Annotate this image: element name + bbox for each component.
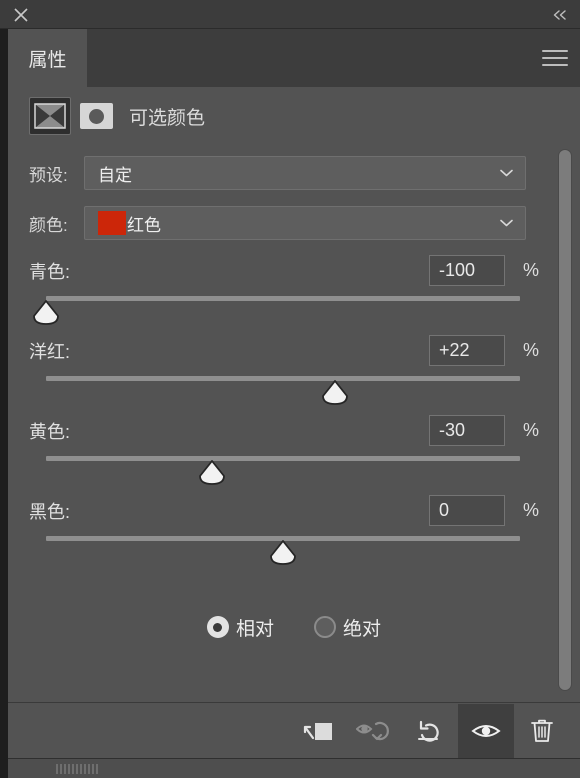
slider-cyan-header: 青色: -100 % <box>8 250 580 292</box>
radio-relative-label: 相对 <box>235 618 274 640</box>
slider-black-value: 0 <box>439 500 450 520</box>
panel-scrollbar[interactable] <box>558 149 572 691</box>
slider-black-label: 黑色: <box>29 502 71 522</box>
slider-magenta-header: 洋红: +22 % <box>8 330 580 372</box>
slider-cyan-label: 青色: <box>29 262 71 282</box>
panel-scrollbar-thumb[interactable] <box>559 150 571 690</box>
method-radio-group: 相对 绝对 <box>8 607 580 647</box>
slider-black-track-area[interactable] <box>8 532 580 570</box>
properties-panel-window: 属性 可选颜色 预设: 自定 颜色: 红色 青色: -100 % 洋红: +22… <box>0 0 580 778</box>
tab-properties[interactable]: 属性 <box>8 29 87 87</box>
grip-line <box>96 764 98 774</box>
reset-icon[interactable] <box>402 704 458 758</box>
titlebar <box>0 0 580 29</box>
slider-magenta-value: +22 <box>439 340 470 360</box>
radio-absolute[interactable]: 绝对 <box>314 614 381 641</box>
selective-color-adjustment-icon[interactable] <box>29 97 71 135</box>
preset-dropdown[interactable]: 自定 <box>84 156 526 190</box>
hamburger-line <box>542 50 568 52</box>
slider-magenta-label: 洋红: <box>29 342 71 362</box>
color-swatch <box>98 211 126 235</box>
slider-black: 黑色: 0 % <box>8 490 580 570</box>
slider-black-handle[interactable] <box>268 539 298 566</box>
adjustment-header: 可选颜色 <box>8 87 580 145</box>
color-label: 颜色: <box>29 215 68 235</box>
grip-line <box>56 764 58 774</box>
slider-magenta-handle[interactable] <box>320 379 350 406</box>
slider-yellow-handle[interactable] <box>197 459 227 486</box>
slider-cyan-handle[interactable] <box>31 299 61 326</box>
radio-absolute-label: 绝对 <box>343 618 382 640</box>
chevron-down-icon <box>500 169 513 177</box>
hamburger-line <box>542 57 568 59</box>
radio-absolute-indicator[interactable] <box>314 616 336 638</box>
color-dropdown[interactable]: 红色 <box>84 206 526 240</box>
slider-yellow-unit: % <box>522 420 539 440</box>
panel-body: 可选颜色 预设: 自定 颜色: 红色 青色: -100 % 洋红: +22 % … <box>8 87 580 702</box>
view-previous-state-icon[interactable] <box>346 704 402 758</box>
slider-yellow-value: -30 <box>439 420 466 440</box>
collapse-double-chevron-icon[interactable] <box>548 4 572 26</box>
slider-yellow-track[interactable] <box>46 456 520 461</box>
close-icon[interactable] <box>10 4 32 26</box>
slider-cyan-value: -100 <box>439 260 476 280</box>
slider-yellow-header: 黄色: -30 % <box>8 410 580 452</box>
grip-line <box>72 764 74 774</box>
hamburger-menu-icon[interactable] <box>542 48 568 68</box>
grip-line <box>92 764 94 774</box>
slider-magenta-input[interactable]: +22 <box>429 335 505 366</box>
grip-line <box>76 764 78 774</box>
toggle-visibility-eye-icon[interactable] <box>458 703 514 758</box>
color-row: 颜色: 红色 <box>8 205 580 241</box>
radio-relative-indicator[interactable] <box>206 616 229 638</box>
slider-cyan-input[interactable]: -100 <box>429 255 505 286</box>
slider-black-input[interactable]: 0 <box>429 495 505 526</box>
color-value: 红色 <box>127 215 161 235</box>
radio-relative[interactable]: 相对 <box>206 614 274 641</box>
slider-yellow-track-area[interactable] <box>8 452 580 490</box>
slider-black-header: 黑色: 0 % <box>8 490 580 532</box>
slider-cyan-track-area[interactable] <box>8 292 580 330</box>
slider-magenta-unit: % <box>522 340 539 360</box>
hamburger-line <box>542 64 568 66</box>
slider-black-unit: % <box>522 500 539 520</box>
clip-to-layer-icon[interactable] <box>290 704 346 758</box>
slider-yellow: 黄色: -30 % <box>8 410 580 490</box>
preset-label: 预设: <box>29 165 68 185</box>
radio-relative-dot <box>213 622 223 632</box>
adjustment-title: 可选颜色 <box>129 107 206 129</box>
tab-strip: 属性 <box>8 29 580 87</box>
slider-cyan-unit: % <box>522 260 539 280</box>
slider-cyan: 青色: -100 % <box>8 250 580 330</box>
slider-yellow-label: 黄色: <box>29 422 71 442</box>
slider-magenta-track-area[interactable] <box>8 372 580 410</box>
panel-bottom-toolbar <box>8 702 580 758</box>
slider-yellow-input[interactable]: -30 <box>429 415 505 446</box>
slider-cyan-track[interactable] <box>46 296 520 301</box>
grip-line <box>84 764 86 774</box>
chevron-down-icon <box>500 219 513 227</box>
grip-line <box>80 764 82 774</box>
delete-trash-icon[interactable] <box>514 704 570 758</box>
grip-line <box>68 764 70 774</box>
slider-magenta: 洋红: +22 % <box>8 330 580 410</box>
grip-line <box>60 764 62 774</box>
grip-line <box>88 764 90 774</box>
slider-magenta-track[interactable] <box>46 376 520 381</box>
preset-row: 预设: 自定 <box>8 155 580 191</box>
tab-properties-label: 属性 <box>28 49 67 71</box>
resize-grip[interactable] <box>56 764 100 774</box>
mask-shape <box>89 108 104 124</box>
preset-value: 自定 <box>98 165 132 185</box>
grip-line <box>64 764 66 774</box>
layer-mask-thumbnail-icon[interactable] <box>80 103 113 129</box>
panel-bottom-strip <box>8 758 580 778</box>
left-dock-rail <box>0 29 8 778</box>
